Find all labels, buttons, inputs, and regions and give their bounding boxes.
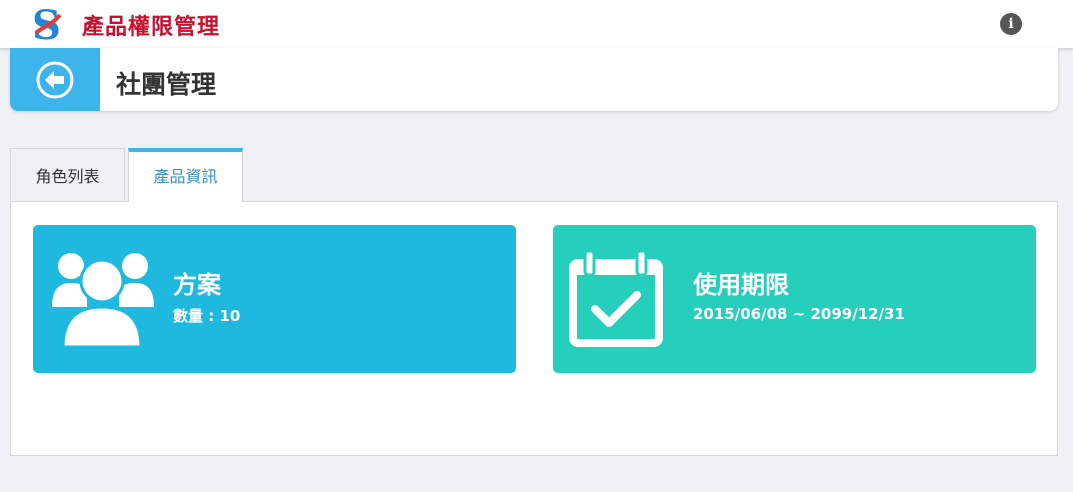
tab-content-panel: 方案 數量 : 10 使用期限 2015/06/08 ~ 2099/12/31: [10, 201, 1058, 456]
plan-title: 方案: [173, 271, 221, 299]
usage-period-title: 使用期限: [693, 271, 789, 299]
users-icon: [52, 253, 154, 347]
plan-card: 方案 數量 : 10: [33, 225, 516, 373]
app-logo[interactable]: S: [28, 2, 66, 49]
calendar-check-icon: [569, 249, 663, 347]
app-title: 產品權限管理: [82, 15, 221, 40]
top-navbar: S 產品權限管理 i: [0, 0, 1073, 49]
page-title: 社團管理: [116, 70, 217, 99]
plan-quantity: 數量 : 10: [173, 307, 241, 325]
arrow-left-circle-icon: [36, 61, 74, 99]
page-header: 社團管理: [10, 48, 1058, 111]
back-button[interactable]: [10, 48, 100, 111]
usage-period-dates: 2015/06/08 ~ 2099/12/31: [693, 305, 905, 323]
tab-product-info[interactable]: 產品資訊: [128, 148, 243, 202]
tab-role-list[interactable]: 角色列表: [10, 148, 125, 200]
info-icon[interactable]: i: [1000, 13, 1022, 35]
usage-period-card: 使用期限 2015/06/08 ~ 2099/12/31: [553, 225, 1036, 373]
